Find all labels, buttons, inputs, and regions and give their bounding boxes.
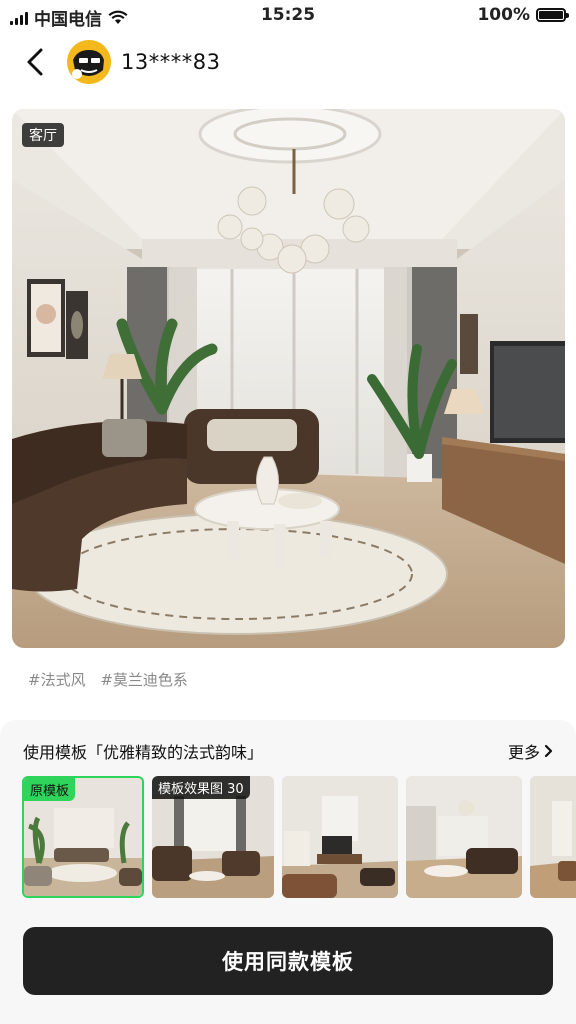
avatar-icon — [67, 40, 111, 84]
use-template-button[interactable]: 使用同款模板 — [23, 927, 553, 995]
template-thumbnails: 原模板 模板效果图 30 — [22, 776, 576, 898]
battery-icon — [536, 8, 569, 22]
room-type-tag: 客厅 — [22, 123, 64, 147]
battery-percent: 100% — [477, 5, 530, 25]
status-bar: 中国电信 15:25 100% — [0, 0, 576, 30]
room-image[interactable]: 客厅 — [12, 109, 565, 648]
more-templates-link[interactable]: 更多 — [508, 739, 554, 763]
template-title: 使用模板「优雅精致的法式韵味」 — [23, 743, 264, 762]
living-room-illustration — [12, 109, 565, 648]
thumbnail-count: 30 — [227, 782, 244, 797]
style-tag[interactable]: #法式风 — [28, 671, 86, 689]
chevron-right-icon — [544, 744, 553, 758]
back-button[interactable] — [20, 42, 56, 82]
more-label: 更多 — [507, 743, 540, 762]
style-tag[interactable]: #莫兰迪色系 — [100, 671, 188, 689]
room-thumbnail-image — [530, 776, 576, 898]
room-thumbnail-image — [406, 776, 522, 898]
room-thumbnail-image — [282, 776, 398, 898]
thumbnail-label-text: 模板效果图 — [158, 782, 224, 797]
style-tags: #法式风 #莫兰迪色系 — [28, 669, 198, 690]
template-thumbnail[interactable] — [530, 776, 576, 898]
thumbnail-label: 模板效果图 30 — [152, 776, 250, 799]
template-thumbnail-effect[interactable]: 模板效果图 30 — [152, 776, 274, 898]
chevron-left-icon — [27, 48, 43, 76]
thumbnail-label: 原模板 — [24, 778, 76, 801]
avatar[interactable] — [67, 40, 111, 84]
template-thumbnail[interactable] — [406, 776, 522, 898]
user-name: 13****83 — [121, 50, 221, 74]
template-thumbnail-original[interactable]: 原模板 — [22, 776, 144, 898]
template-thumbnail[interactable] — [282, 776, 398, 898]
